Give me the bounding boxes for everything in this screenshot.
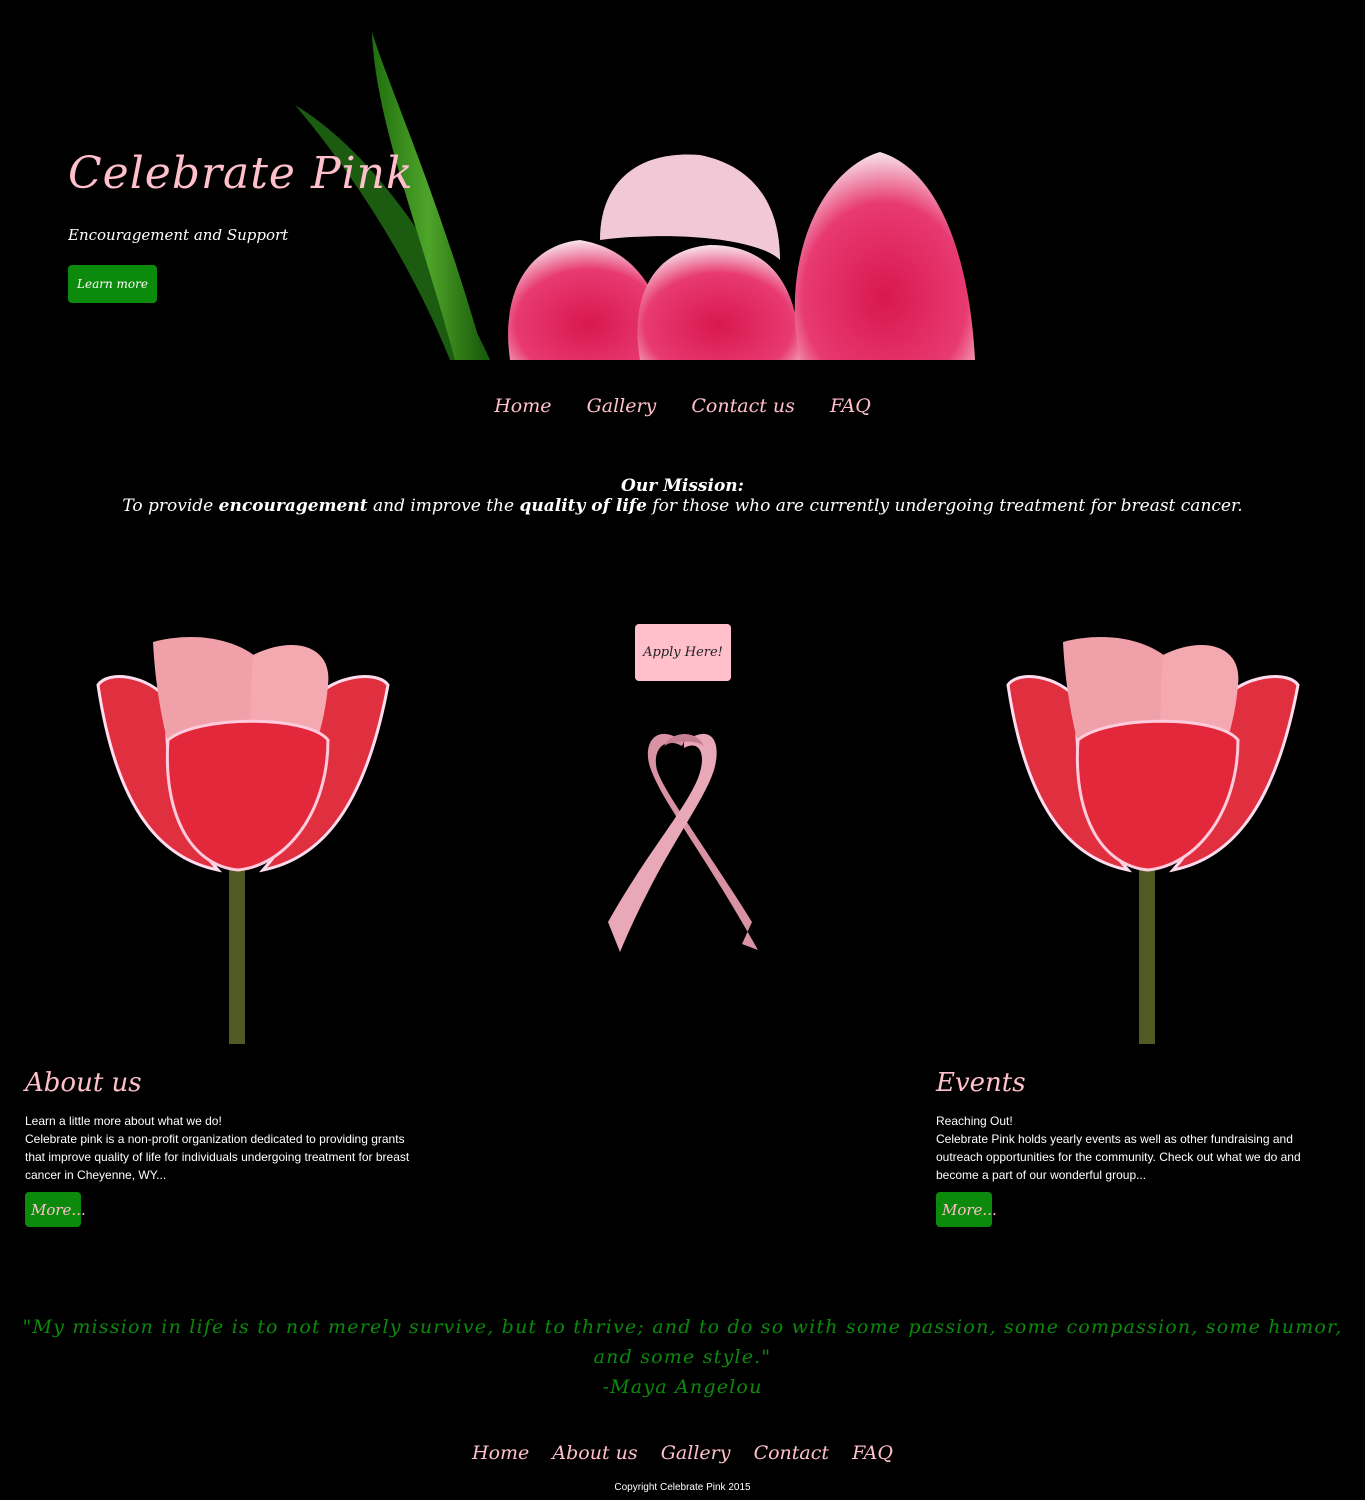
mission-text: To provide encouragement and improve the… bbox=[0, 496, 1365, 516]
quote-author: -Maya Angelou bbox=[602, 1376, 763, 1398]
nav-faq[interactable]: FAQ bbox=[830, 395, 871, 417]
mission-text-part: and improve the bbox=[367, 496, 520, 516]
apply-here-button[interactable]: Apply Here! bbox=[635, 624, 731, 681]
quote-block: "My mission in life is to not merely sur… bbox=[0, 1312, 1365, 1402]
site-tagline: Encouragement and Support bbox=[68, 226, 289, 244]
events-body: Celebrate Pink holds yearly events as we… bbox=[936, 1132, 1301, 1182]
footer-nav-home[interactable]: Home bbox=[472, 1442, 529, 1464]
copyright-text: Copyright Celebrate Pink 2015 bbox=[614, 1482, 751, 1493]
footer-nav-contact[interactable]: Contact bbox=[754, 1442, 829, 1464]
mission-heading: Our Mission: bbox=[621, 476, 744, 496]
mission-text-part: To provide bbox=[122, 496, 219, 516]
hero-banner: Celebrate Pink Encouragement and Support… bbox=[0, 0, 1365, 360]
about-us-section: About us Learn a little more about what … bbox=[25, 1068, 425, 1227]
about-us-intro: Learn a little more about what we do! bbox=[25, 1114, 222, 1128]
footer-nav-about-us[interactable]: About us bbox=[552, 1442, 637, 1464]
learn-more-button[interactable]: Learn more bbox=[68, 265, 157, 303]
footer-nav-faq[interactable]: FAQ bbox=[852, 1442, 893, 1464]
main-nav: Home Gallery Contact us FAQ bbox=[0, 395, 1365, 417]
pink-ribbon-image bbox=[608, 733, 758, 952]
about-us-text: Learn a little more about what we do! Cel… bbox=[25, 1112, 425, 1184]
about-us-body: Celebrate pink is a non-profit organizat… bbox=[25, 1132, 410, 1182]
about-more-button[interactable]: More... bbox=[25, 1192, 86, 1227]
events-more-button[interactable]: More... bbox=[936, 1192, 997, 1227]
mission-bold-quality-of-life: quality of life bbox=[519, 496, 647, 516]
footer-nav: Home About us Gallery Contact FAQ bbox=[0, 1442, 1365, 1464]
nav-home[interactable]: Home bbox=[494, 395, 551, 417]
events-heading: Events bbox=[936, 1068, 1026, 1098]
events-section: Events Reaching Out! Celebrate Pink holds… bbox=[936, 1068, 1336, 1227]
mission-text-part: for those who are currently undergoing t… bbox=[646, 496, 1243, 516]
mission-statement: Our Mission: To provide encouragement an… bbox=[0, 476, 1365, 516]
tulip-image-left bbox=[96, 637, 390, 1044]
tulip-image-right bbox=[1006, 637, 1300, 1044]
events-text: Reaching Out! Celebrate Pink holds yearly… bbox=[936, 1112, 1336, 1184]
about-us-heading: About us bbox=[25, 1068, 142, 1098]
mission-bold-encouragement: encouragement bbox=[218, 496, 368, 516]
events-intro: Reaching Out! bbox=[936, 1114, 1013, 1128]
nav-contact-us[interactable]: Contact us bbox=[691, 395, 794, 417]
nav-gallery[interactable]: Gallery bbox=[587, 395, 657, 417]
quote-text: "My mission in life is to not merely sur… bbox=[22, 1316, 1343, 1368]
footer-nav-gallery[interactable]: Gallery bbox=[661, 1442, 731, 1464]
site-title: Celebrate Pink bbox=[68, 148, 414, 199]
